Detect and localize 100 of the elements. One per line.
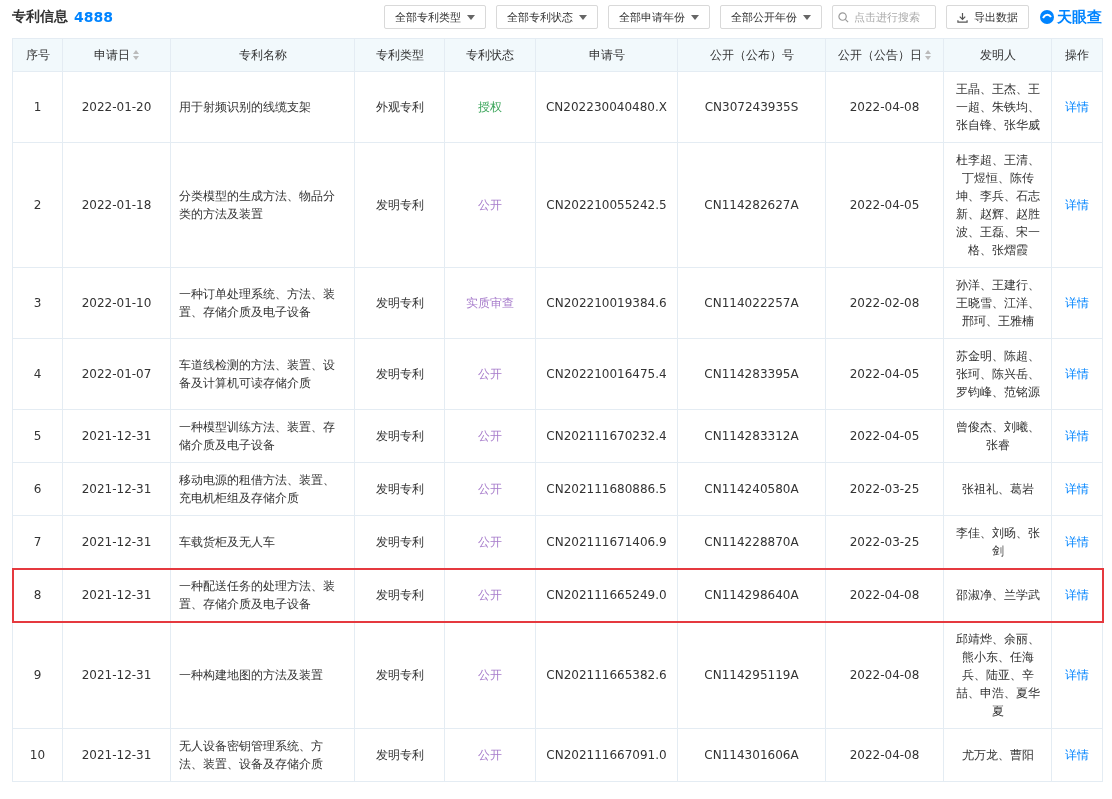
details-link[interactable]: 详情 <box>1065 482 1089 496</box>
logo-icon <box>1039 9 1055 25</box>
caret-icon <box>691 14 699 20</box>
table-cell: 发明专利 <box>354 338 445 410</box>
caret-icon <box>803 14 811 20</box>
table-cell: 1 <box>12 71 63 143</box>
table-cell: 4 <box>12 338 63 410</box>
logo: 天眼查 <box>1039 7 1102 27</box>
table-cell: 发明专利 <box>354 728 445 782</box>
table-cell: CN307243935S <box>677 71 826 143</box>
table-cell: CN114282627A <box>677 142 826 268</box>
export-button[interactable]: 导出数据 <box>946 5 1029 29</box>
status-cell: 公开 <box>444 728 536 782</box>
details-link[interactable]: 详情 <box>1065 588 1089 602</box>
table-cell: 10 <box>12 728 63 782</box>
table-cell: 2022-01-07 <box>62 338 171 410</box>
table-cell: CN114240580A <box>677 462 826 516</box>
column-header: 序号 <box>12 38 63 72</box>
table-cell: 发明专利 <box>354 621 445 729</box>
details-link[interactable]: 详情 <box>1065 668 1089 682</box>
table-cell: 张祖礼、葛岩 <box>943 462 1052 516</box>
status-cell: 实质审查 <box>444 267 536 339</box>
section-title: 专利信息 <box>12 8 68 26</box>
table-cell: CN202210055242.5 <box>535 142 678 268</box>
download-icon <box>957 11 968 23</box>
table-cell: 发明专利 <box>354 409 445 463</box>
table-cell: 2021-12-31 <box>62 621 171 729</box>
table-cell: 3 <box>12 267 63 339</box>
filter-dropdown[interactable]: 全部申请年份 <box>608 5 710 29</box>
status-cell: 公开 <box>444 462 536 516</box>
column-header: 申请号 <box>535 38 678 72</box>
table-cell: 曾俊杰、刘曦、张睿 <box>943 409 1052 463</box>
table-cell: 2022-01-10 <box>62 267 171 339</box>
status-cell: 公开 <box>444 621 536 729</box>
status-cell: 公开 <box>444 142 536 268</box>
table-cell: 2021-12-31 <box>62 409 171 463</box>
table-cell: CN114283312A <box>677 409 826 463</box>
details-link[interactable]: 详情 <box>1065 100 1089 114</box>
table-cell: CN202111680886.5 <box>535 462 678 516</box>
column-header: 专利类型 <box>354 38 445 72</box>
table-cell: 一种构建地图的方法及装置 <box>170 621 355 729</box>
table-cell: 用于射频识别的线缆支架 <box>170 71 355 143</box>
table-cell: 2022-01-20 <box>62 71 171 143</box>
table-cell: 王晶、王杰、王一超、朱铁均、张自锋、张华威 <box>943 71 1052 143</box>
details-link[interactable]: 详情 <box>1065 748 1089 762</box>
table-cell: 2022-04-05 <box>825 142 944 268</box>
column-header[interactable]: 公开（公告）日 <box>825 38 944 72</box>
column-header: 操作 <box>1051 38 1103 72</box>
table-cell: 2022-04-08 <box>825 621 944 729</box>
column-header: 专利状态 <box>444 38 536 72</box>
table-cell: 无人设备密钥管理系统、方法、装置、设备及存储介质 <box>170 728 355 782</box>
filter-dropdown[interactable]: 全部专利类型 <box>384 5 486 29</box>
status-cell: 授权 <box>444 71 536 143</box>
table-cell: 2022-04-05 <box>825 409 944 463</box>
details-link[interactable]: 详情 <box>1065 367 1089 381</box>
table-cell: CN202111667091.0 <box>535 728 678 782</box>
details-link[interactable]: 详情 <box>1065 198 1089 212</box>
table-cell: 7 <box>12 515 63 569</box>
table-cell: CN202111665382.6 <box>535 621 678 729</box>
table-cell: 移动电源的租借方法、装置、充电机柜组及存储介质 <box>170 462 355 516</box>
table-cell: 发明专利 <box>354 142 445 268</box>
search-field[interactable]: 点击进行搜索 <box>832 5 936 29</box>
table-cell: 苏金明、陈超、张珂、陈兴岳、罗钧峰、范铭源 <box>943 338 1052 410</box>
caret-icon <box>579 14 587 20</box>
table-cell: CN114283395A <box>677 338 826 410</box>
table-cell: CN114022257A <box>677 267 826 339</box>
table-cell: 2022-03-25 <box>825 462 944 516</box>
filter-dropdown[interactable]: 全部专利状态 <box>496 5 598 29</box>
filter-dropdown[interactable]: 全部公开年份 <box>720 5 822 29</box>
column-label: 申请日 <box>94 46 139 64</box>
details-link[interactable]: 详情 <box>1065 535 1089 549</box>
sort-icon[interactable] <box>133 50 139 60</box>
table-cell: 2021-12-31 <box>62 462 171 516</box>
column-header: 公开（公布）号 <box>677 38 826 72</box>
column-header[interactable]: 申请日 <box>62 38 171 72</box>
table-cell: CN114295119A <box>677 621 826 729</box>
table-cell: 2022-04-08 <box>825 728 944 782</box>
table-cell: 2 <box>12 142 63 268</box>
table-cell: 车道线检测的方法、装置、设备及计算机可读存储介质 <box>170 338 355 410</box>
table-cell: 分类模型的生成方法、物品分类的方法及装置 <box>170 142 355 268</box>
table-cell: 9 <box>12 621 63 729</box>
table-cell: 发明专利 <box>354 267 445 339</box>
table-cell: 尤万龙、曹阳 <box>943 728 1052 782</box>
caret-icon <box>467 14 475 20</box>
details-link[interactable]: 详情 <box>1065 296 1089 310</box>
table-cell: CN202230040480.X <box>535 71 678 143</box>
table-cell: 2021-12-31 <box>62 728 171 782</box>
table-cell: 5 <box>12 409 63 463</box>
column-header: 专利名称 <box>170 38 355 72</box>
patent-count: 4888 <box>74 9 113 25</box>
table-cell: 一种订单处理系统、方法、装置、存储介质及电子设备 <box>170 267 355 339</box>
sort-icon[interactable] <box>925 50 931 60</box>
table-cell: CN202210019384.6 <box>535 267 678 339</box>
column-label: 公开（公告）日 <box>838 46 931 64</box>
table-cell: 外观专利 <box>354 71 445 143</box>
table-cell: 2022-04-05 <box>825 338 944 410</box>
table-cell: 6 <box>12 462 63 516</box>
table-cell: 邱靖烨、余丽、熊小东、任海兵、陆亚、辛喆、申浩、夏华夏 <box>943 621 1052 729</box>
status-cell: 公开 <box>444 338 536 410</box>
details-link[interactable]: 详情 <box>1065 429 1089 443</box>
